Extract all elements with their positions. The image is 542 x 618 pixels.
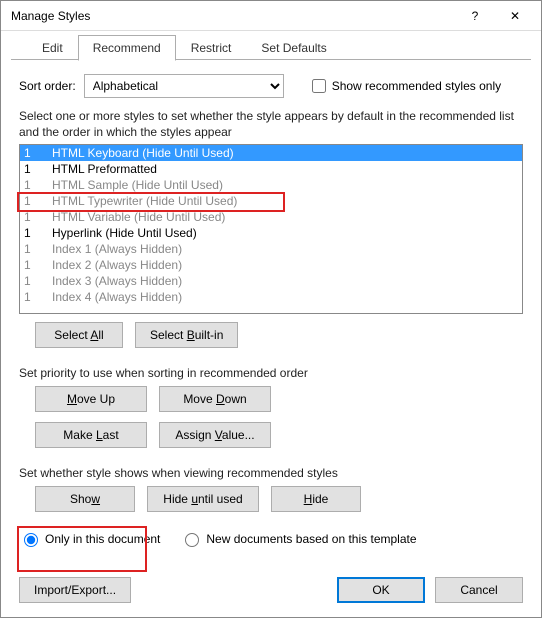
manage-styles-dialog: Manage Styles ? ✕ Edit Recommend Restric… [0, 0, 542, 618]
only-this-document-radio-wrap[interactable]: Only in this document [19, 530, 160, 547]
make-last-button[interactable]: Make Last [35, 422, 147, 448]
show-button[interactable]: Show [35, 486, 135, 512]
help-button[interactable]: ? [455, 2, 495, 30]
bottom-bar: Import/Export... OK Cancel [1, 563, 541, 617]
show-recommended-only-label: Show recommended styles only [332, 79, 501, 93]
list-item[interactable]: 1 HTML Variable (Hide Until Used) [20, 209, 522, 225]
list-item[interactable]: 1 Index 1 (Always Hidden) [20, 241, 522, 257]
select-built-in-button[interactable]: Select Built-in [135, 322, 238, 348]
visibility-section-label: Set whether style shows when viewing rec… [19, 466, 523, 480]
select-all-button[interactable]: Select All [35, 322, 123, 348]
cancel-button[interactable]: Cancel [435, 577, 523, 603]
tab-restrict[interactable]: Restrict [176, 35, 247, 60]
new-documents-radio-wrap[interactable]: New documents based on this template [180, 530, 416, 547]
titlebar: Manage Styles ? ✕ [1, 1, 541, 31]
list-instruction: Select one or more styles to set whether… [19, 108, 523, 140]
list-item[interactable]: 1 Index 3 (Always Hidden) [20, 273, 522, 289]
only-this-document-label: Only in this document [45, 532, 160, 546]
assign-value-button[interactable]: Assign Value... [159, 422, 271, 448]
move-up-button[interactable]: Move Up [35, 386, 147, 412]
list-item[interactable]: 1 HTML Typewriter (Hide Until Used) [20, 193, 522, 209]
sort-order-select[interactable]: Alphabetical [84, 74, 284, 98]
show-recommended-only-checkbox[interactable] [312, 79, 326, 93]
hide-until-used-button[interactable]: Hide until used [147, 486, 259, 512]
list-item[interactable]: 1 HTML Sample (Hide Until Used) [20, 177, 522, 193]
tab-body: Sort order: Alphabetical Show recommende… [11, 60, 531, 563]
hide-button[interactable]: Hide [271, 486, 361, 512]
only-this-document-radio[interactable] [24, 533, 38, 547]
new-documents-label: New documents based on this template [206, 532, 416, 546]
close-button[interactable]: ✕ [495, 2, 535, 30]
sort-row: Sort order: Alphabetical Show recommende… [19, 74, 523, 98]
tab-edit[interactable]: Edit [27, 35, 78, 60]
list-item[interactable]: 1 Index 4 (Always Hidden) [20, 289, 522, 305]
list-item[interactable]: 1 HTML Preformatted [20, 161, 522, 177]
scope-radio-row: Only in this document New documents base… [19, 530, 523, 547]
list-item[interactable]: 1 HTML Keyboard (Hide Until Used) [20, 145, 522, 161]
window-title: Manage Styles [11, 9, 455, 23]
tab-strip: Edit Recommend Restrict Set Defaults [11, 35, 531, 60]
content-area: Edit Recommend Restrict Set Defaults Sor… [1, 31, 541, 563]
close-icon: ✕ [510, 9, 520, 23]
visibility-buttons-row: Show Hide until used Hide [35, 486, 523, 512]
help-icon: ? [472, 9, 479, 23]
styles-listbox[interactable]: 1 HTML Keyboard (Hide Until Used) 1 HTML… [19, 144, 523, 314]
move-down-button[interactable]: Move Down [159, 386, 271, 412]
ok-button[interactable]: OK [337, 577, 425, 603]
sort-order-label: Sort order: [19, 79, 76, 93]
new-documents-radio[interactable] [185, 533, 199, 547]
tab-recommend[interactable]: Recommend [78, 35, 176, 61]
show-recommended-only-wrap[interactable]: Show recommended styles only [308, 76, 501, 96]
priority-buttons-row-1: Move Up Move Down [35, 386, 523, 412]
priority-section-label: Set priority to use when sorting in reco… [19, 366, 523, 380]
select-buttons-row: Select All Select Built-in [35, 322, 523, 348]
priority-buttons-row-2: Make Last Assign Value... [35, 422, 523, 448]
list-item[interactable]: 1 Hyperlink (Hide Until Used) [20, 225, 522, 241]
import-export-button[interactable]: Import/Export... [19, 577, 131, 603]
list-item[interactable]: 1 Index 2 (Always Hidden) [20, 257, 522, 273]
tab-set-defaults[interactable]: Set Defaults [246, 35, 341, 60]
